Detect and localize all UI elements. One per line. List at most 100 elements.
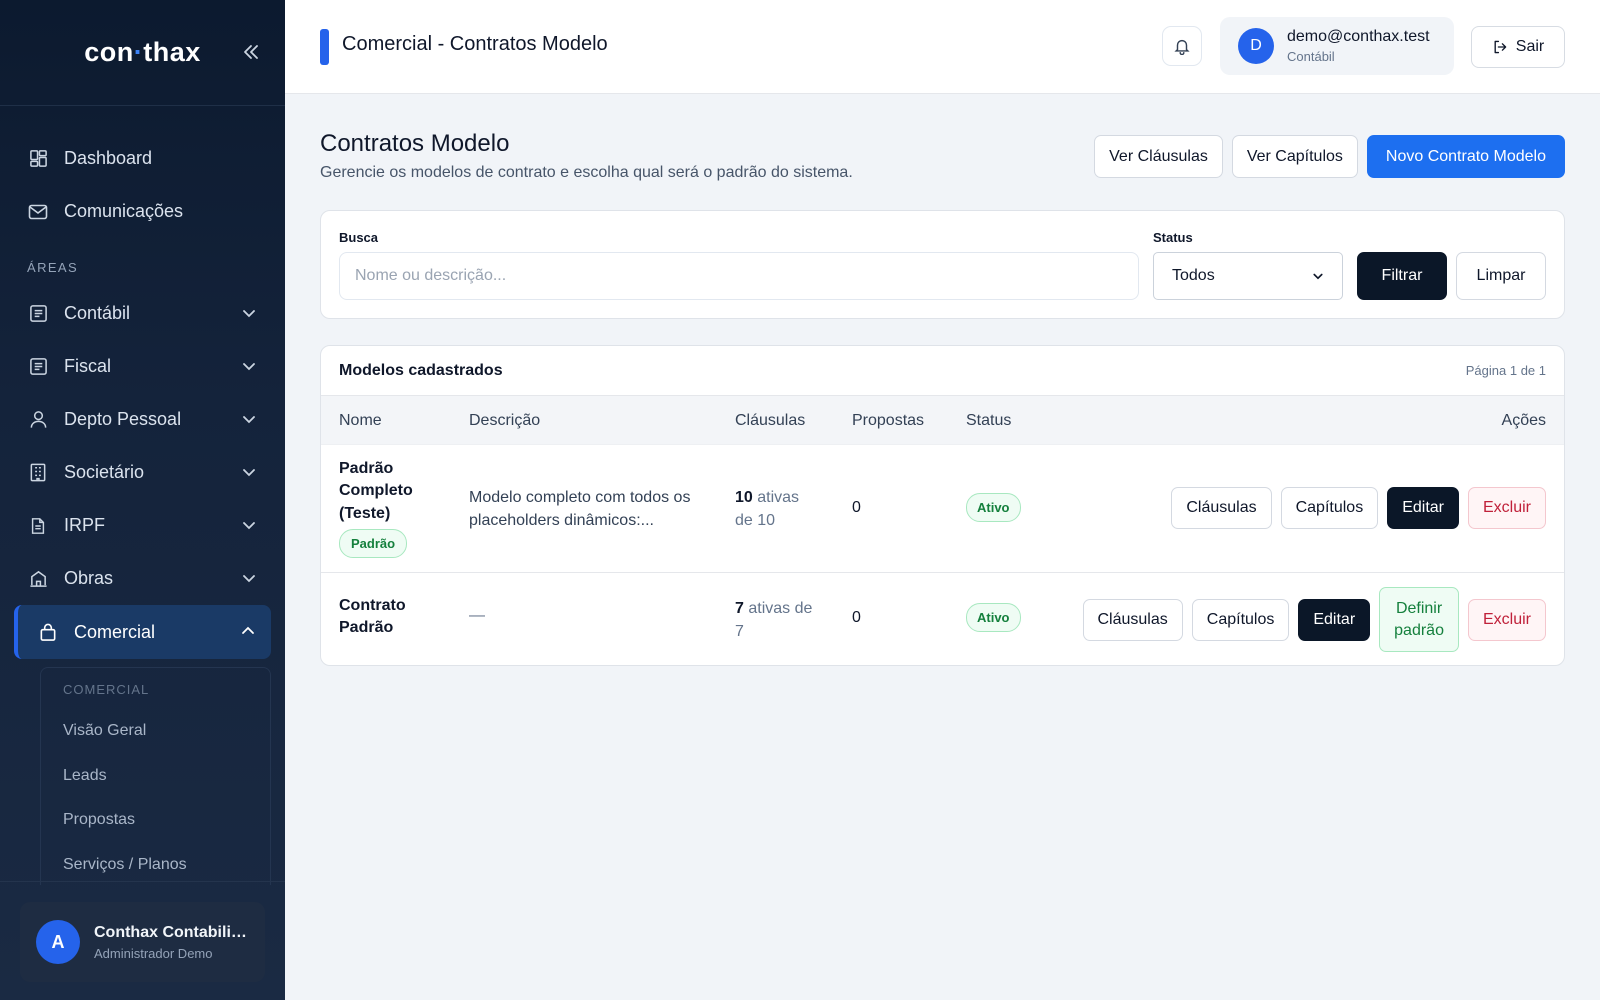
chevron-down-icon (243, 522, 255, 530)
column-header-actions: Ações (1501, 412, 1546, 429)
title-accent-bar (320, 29, 329, 65)
user-profile-card[interactable]: A Conthax Contabilidade Administrador De… (20, 902, 265, 982)
chevron-up-icon (242, 626, 254, 634)
submenu-item-servicos-planos[interactable]: Serviços / Planos (41, 843, 270, 886)
edit-button[interactable]: Editar (1298, 598, 1371, 641)
sidebar-item-label: Comercial (74, 621, 156, 642)
comercial-submenu: COMERCIAL Visão Geral Leads Propostas Se… (40, 667, 271, 885)
view-clauses-button[interactable]: Ver Cláusulas (1094, 135, 1223, 178)
sidebar-item-comunicacoes[interactable]: Comunicações (0, 185, 285, 238)
search-input[interactable] (339, 252, 1139, 300)
chapters-button[interactable]: Capítulos (1280, 487, 1379, 529)
brand-header: con·thax (0, 0, 285, 106)
submenu-item-leads[interactable]: Leads (41, 754, 270, 799)
new-contract-template-button[interactable]: Novo Contrato Modelo (1366, 135, 1565, 178)
pagination-info: Página 1 de 1 (1465, 363, 1546, 378)
filter-button[interactable]: Filtrar (1357, 252, 1447, 300)
notifications-button[interactable] (1162, 26, 1202, 66)
chevron-down-icon (243, 310, 255, 318)
page-header: Contratos Modelo Gerencie os modelos de … (320, 130, 1565, 182)
page-actions: Ver Cláusulas Ver Capítulos Novo Contrat… (1094, 135, 1565, 178)
sidebar-item-label: Depto Pessoal (64, 409, 182, 429)
status-select-value: Todos (1172, 267, 1215, 284)
home-icon (28, 569, 48, 589)
sidebar-item-label: Comunicações (64, 201, 184, 221)
table-title: Modelos cadastrados (339, 361, 503, 379)
chevron-down-icon (243, 469, 255, 477)
section-label-areas: ÁREAS (27, 260, 79, 275)
status-label: Status (1153, 230, 1193, 245)
column-header-name: Nome (339, 412, 382, 429)
sidebar-item-dashboard[interactable]: Dashboard (0, 132, 285, 185)
clear-button[interactable]: Limpar (1456, 252, 1546, 300)
delete-button[interactable]: Excluir (1467, 598, 1546, 641)
row-actions: Cláusulas Capítulos Editar Definir padrã… (1082, 587, 1546, 652)
sidebar-item-label: Fiscal (64, 356, 112, 376)
avatar: D (1238, 28, 1274, 64)
user-icon (28, 410, 48, 430)
row-proposals-count: 0 (852, 499, 861, 516)
logout-button[interactable]: Sair (1471, 26, 1565, 68)
row-clauses-count: 10 ativas de 10 (735, 489, 800, 530)
row-name: Padrão Completo (Teste) (339, 460, 413, 522)
account-menu[interactable]: D demo@conthax.test Contábil (1220, 17, 1454, 75)
set-default-button[interactable]: Definir padrão (1379, 587, 1459, 652)
mail-icon (28, 202, 48, 222)
sidebar-item-contabil[interactable]: Contábil (0, 287, 285, 340)
chapters-button[interactable]: Capítulos (1191, 598, 1290, 641)
user-name: Conthax Contabilidade (94, 923, 254, 941)
ledger-icon (28, 357, 48, 377)
sidebar-item-societario[interactable]: Societário (0, 446, 285, 499)
table-card-header: Modelos cadastrados Página 1 de 1 (321, 346, 1564, 396)
column-header-clauses: Cláusulas (735, 412, 806, 429)
sidebar-item-label: Societário (64, 462, 145, 482)
column-header-status: Status (966, 412, 1012, 429)
row-name: Contrato Padrão (339, 597, 406, 637)
view-chapters-button[interactable]: Ver Capítulos (1231, 135, 1358, 178)
sidebar-footer: A Conthax Contabilidade Administrador De… (0, 881, 285, 1000)
document-icon (28, 516, 48, 536)
submenu-label: COMERCIAL (63, 682, 150, 697)
clauses-button[interactable]: Cláusulas (1082, 598, 1183, 641)
sidebar-item-label: Obras (64, 568, 114, 588)
user-role: Administrador Demo (94, 945, 213, 961)
edit-button[interactable]: Editar (1387, 487, 1459, 529)
templates-table-card: Modelos cadastrados Página 1 de 1 Nome D… (320, 345, 1565, 666)
sidebar-item-depto-pessoal[interactable]: Depto Pessoal (0, 393, 285, 446)
ledger-icon (28, 304, 48, 324)
clauses-button[interactable]: Cláusulas (1171, 487, 1272, 529)
sidebar-item-obras[interactable]: Obras (0, 552, 285, 605)
row-actions: Cláusulas Capítulos Editar Excluir (1171, 487, 1546, 529)
collapse-sidebar-icon[interactable] (237, 38, 265, 66)
shopping-bag-icon (38, 622, 58, 642)
row-proposals-count: 0 (852, 609, 861, 626)
chevron-down-icon (243, 575, 255, 583)
topbar: Comercial - Contratos Modelo D demo@cont… (285, 0, 1600, 94)
status-badge: Ativo (966, 493, 1021, 522)
chevron-down-icon (1313, 273, 1323, 280)
chevron-down-icon (243, 363, 255, 371)
sidebar-item-fiscal[interactable]: Fiscal (0, 340, 285, 393)
sidebar-item-comercial[interactable]: Comercial (14, 605, 271, 659)
row-clauses-count: 7 ativas de 7 (735, 600, 813, 641)
submenu-item-propostas[interactable]: Propostas (41, 798, 270, 843)
avatar: A (36, 920, 80, 964)
default-badge: Padrão (339, 529, 408, 558)
status-select[interactable]: Todos (1153, 252, 1343, 300)
sidebar-item-label: Dashboard (64, 148, 153, 168)
building-icon (28, 463, 48, 483)
logout-label: Sair (1515, 38, 1545, 55)
account-role: Contábil (1287, 49, 1335, 64)
search-label: Busca (339, 230, 379, 245)
delete-button[interactable]: Excluir (1467, 487, 1546, 529)
sidebar: con·thax Dashboard Comunicações ÁREAS Co… (0, 0, 285, 1000)
row-description: — (469, 607, 485, 624)
submenu-item-visao-geral[interactable]: Visão Geral (41, 709, 270, 754)
column-header-description: Descrição (469, 412, 541, 429)
sidebar-item-label: Contábil (64, 303, 131, 323)
table-header: Nome Descrição Cláusulas Propostas Statu… (321, 396, 1564, 445)
filters-card: Busca Status Todos Filtrar Limpar (320, 210, 1565, 319)
bell-icon (1174, 39, 1190, 55)
table-row: Contrato Padrão — 7 ativas de 7 0 Ativo … (321, 573, 1564, 665)
sidebar-item-irpf[interactable]: IRPF (0, 499, 285, 552)
